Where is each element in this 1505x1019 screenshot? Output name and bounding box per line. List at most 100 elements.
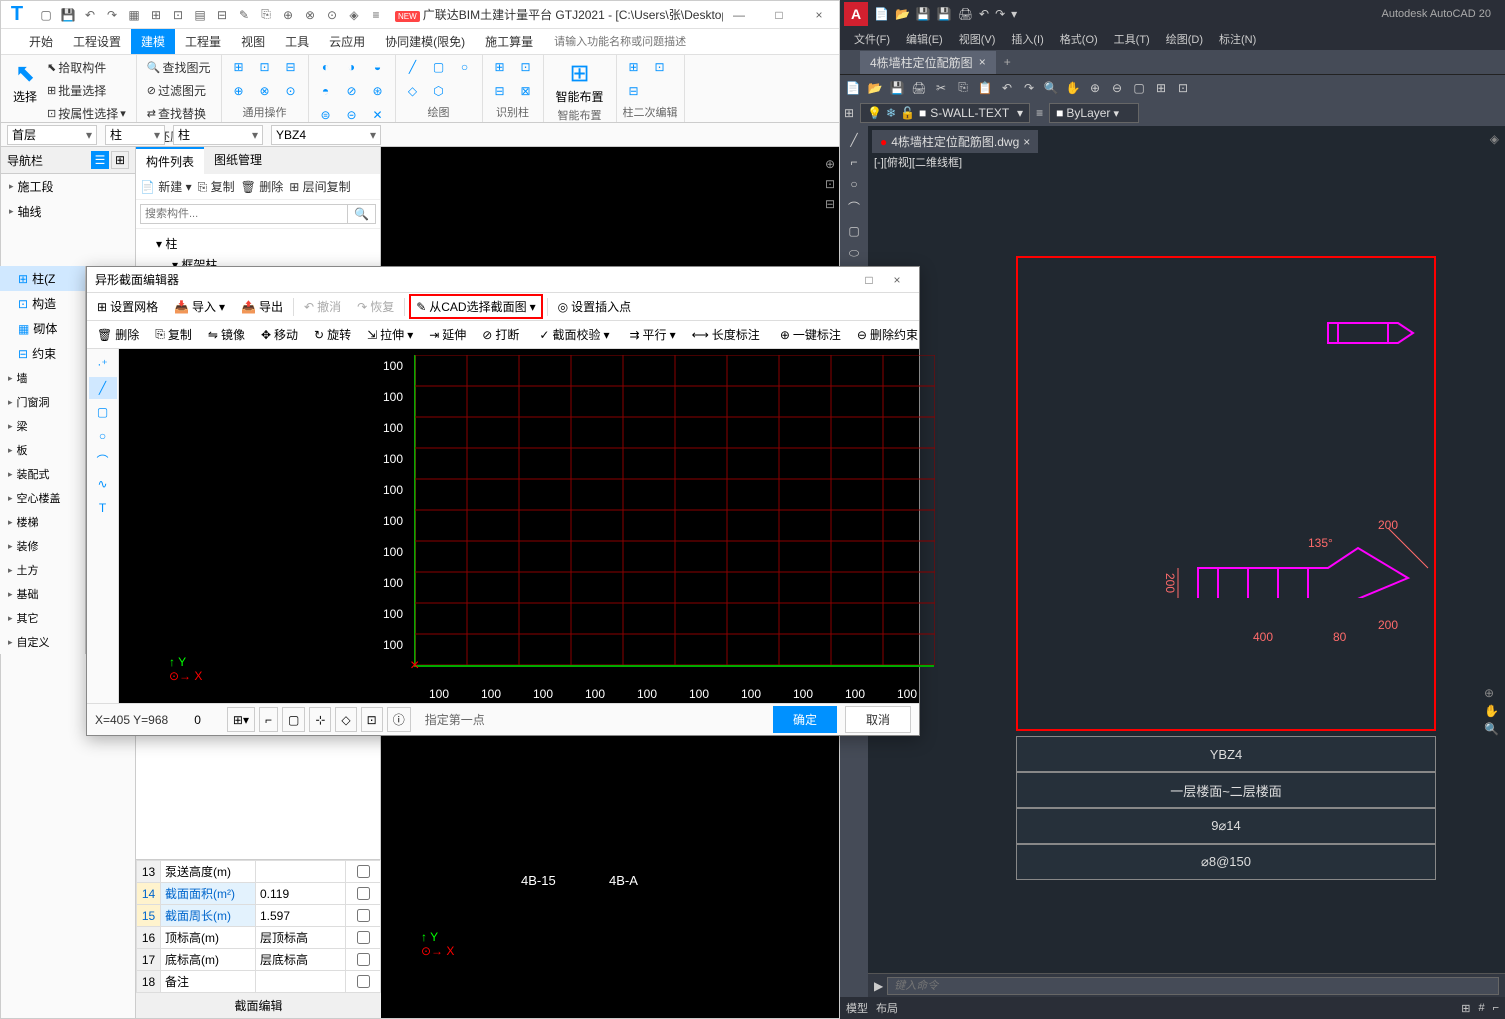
new-button[interactable]: 📄 新建 ▾ [140,178,192,195]
viewcube-placeholder[interactable]: ◈ [1490,132,1499,146]
osnap-icon[interactable]: ◇ [335,707,356,732]
tool-icon[interactable]: ⊕ [228,81,250,101]
tool-icon[interactable]: ⊛ [367,81,389,101]
qat-icon[interactable]: ⎘ [257,6,275,24]
nav-item-foundation[interactable]: 基础 [0,582,85,606]
maximize-button[interactable]: □ [763,8,795,22]
copy-button[interactable]: ⎘ 复制 [149,323,198,346]
redo-button[interactable]: ↷ 恢复 [351,295,400,318]
polyline-tool-icon[interactable]: ⌐ [840,152,868,172]
acad-filetab-item[interactable]: 4栋墙柱定位配筋图 × [860,51,996,74]
break-button[interactable]: ⊘ 打断 [476,323,525,346]
tool-icon[interactable]: ⊗ [254,81,276,101]
info-icon[interactable]: ⓘ [387,707,411,732]
nav-item-custom[interactable]: 自定义 [0,630,85,654]
circle-tool-icon[interactable]: ○ [840,174,868,194]
menu-tools[interactable]: 工具(T) [1108,29,1156,49]
menu-draw[interactable]: 绘图(D) [1160,29,1209,49]
ribbon-tab-quantity[interactable]: 工程量 [175,29,231,54]
qat-icon[interactable]: ⊞ [147,6,165,24]
ribbon-tab-modeling[interactable]: 建模 [131,29,175,54]
complist-search-input[interactable] [140,204,348,224]
component-dropdown[interactable]: YBZ4 [271,125,381,145]
tool-icon[interactable]: ⊕ [1086,81,1104,95]
otrack-icon[interactable]: ⊡ [361,707,383,732]
color-select[interactable]: ■ ByLayer ▾ [1049,103,1139,123]
dialog-canvas[interactable]: 100 100 100 100 100 100 100 100 100 100 … [119,349,919,703]
rect-tool-icon[interactable]: ▢ [840,221,868,241]
ribbon-tab-settings[interactable]: 工程设置 [63,29,131,54]
qat-icon[interactable]: ⊗ [301,6,319,24]
qat-save-icon[interactable]: 💾 [59,6,77,24]
insert-point-button[interactable]: ◎ 设置插入点 [552,295,638,318]
status-icon[interactable]: ⌐ [1493,1002,1499,1014]
prop-value[interactable] [256,861,346,883]
tool-text-icon[interactable]: T [89,497,117,519]
nav-sub-constraint[interactable]: ⊟ 约束 [0,341,85,366]
tool-icon[interactable]: ✂ [932,81,950,95]
dialog-close-button[interactable]: × [883,273,911,287]
layer-tool-icon[interactable]: ≡ [1036,106,1043,120]
export-button[interactable]: 📤 导出 [235,295,289,318]
snap-icon[interactable]: ⌐ [259,707,278,732]
view-label[interactable]: [-][俯视][二维线框] [874,154,962,170]
nav-item-opening[interactable]: 门窗洞 [0,390,85,414]
del-constraint-button[interactable]: ⊖ 删除约束 [851,323,924,346]
tool-icon[interactable]: ◒ [367,57,389,77]
menu-insert[interactable]: 插入(I) [1005,29,1049,49]
complist-tab-list[interactable]: 构件列表 [136,147,204,174]
qat-icon[interactable]: ⊟ [213,6,231,24]
qat-icon[interactable]: ✎ [235,6,253,24]
grid-toggle-icon[interactable]: ⊞▾ [227,707,255,732]
section-edit-button[interactable]: 截面编辑 [136,993,381,1018]
tool-rect-icon[interactable]: ▢ [89,401,117,423]
dialog-titlebar[interactable]: 异形截面编辑器 □ × [87,267,919,293]
rotate-button[interactable]: ↻ 旋转 [308,323,357,346]
line-tool-icon[interactable]: ╱ [840,130,868,150]
polar-icon[interactable]: ⊹ [309,707,331,732]
menu-dimension[interactable]: 标注(N) [1213,29,1262,49]
ribbon-tab-view[interactable]: 视图 [231,29,275,54]
ribbon-tab-cloud[interactable]: 云应用 [319,29,375,54]
tool-icon[interactable]: ⊞ [1152,81,1170,95]
qat-icon[interactable]: ▤ [191,6,209,24]
nav-view-list-icon[interactable]: ☰ [91,151,109,169]
tool-icon[interactable]: ✋ [1064,81,1082,95]
arc-tool-icon[interactable]: ⌒ [840,196,868,219]
floorcopy-button[interactable]: ⊞ 层间复制 [289,178,350,195]
tool-icon[interactable]: ⎘ [954,80,972,95]
tool-icon[interactable]: 🔍 [1042,81,1060,95]
nav-tool-icon[interactable]: ✋ [1484,704,1499,718]
nav-item[interactable]: 轴线 [1,199,135,224]
tool-icon[interactable]: ⊜ [315,105,337,125]
qat-icon[interactable]: ◈ [345,6,363,24]
qat-icon[interactable]: ≡ [367,6,385,24]
ellipse-tool-icon[interactable]: ⬭ [840,243,868,264]
complist-tab-drawing[interactable]: 图纸管理 [204,147,272,174]
tool-icon[interactable]: ⊞ [489,57,511,77]
tool-icon[interactable]: ⊡ [649,57,671,77]
ribbon-tab-construction[interactable]: 施工算量 [475,29,543,54]
nav-item-beam[interactable]: 梁 [0,414,85,438]
tool-circle-icon[interactable]: ○ [89,425,117,447]
close-button[interactable]: × [803,8,835,22]
set-grid-button[interactable]: ⊞ 设置网格 [91,295,164,318]
tool-icon[interactable]: ⊟ [489,81,511,101]
qat-icon[interactable]: ⊙ [323,6,341,24]
nav-item-hollow[interactable]: 空心楼盖 [0,486,85,510]
qat-saveas-icon[interactable]: 💾 [937,7,952,21]
prop-checkbox[interactable] [357,909,370,922]
tool-icon[interactable]: 📋 [976,81,994,95]
tool-icon[interactable]: ◑ [341,57,363,77]
byprop-select-button[interactable]: ⊡ 按属性选择 ▾ [43,103,130,124]
category-dropdown[interactable]: 柱 [105,125,165,145]
tool-line-icon[interactable]: ╱ [89,377,117,399]
tool-icon[interactable]: ⊝ [341,105,363,125]
menu-view[interactable]: 视图(V) [953,29,1002,49]
tab-close-icon[interactable]: × [1023,135,1030,149]
nav-item[interactable]: 施工段 [1,174,135,199]
prop-value[interactable]: 层底标高 [256,949,346,971]
tool-icon[interactable]: 💾 [888,81,906,95]
menu-format[interactable]: 格式(O) [1054,29,1104,49]
search-icon[interactable]: 🔍 [348,204,376,224]
